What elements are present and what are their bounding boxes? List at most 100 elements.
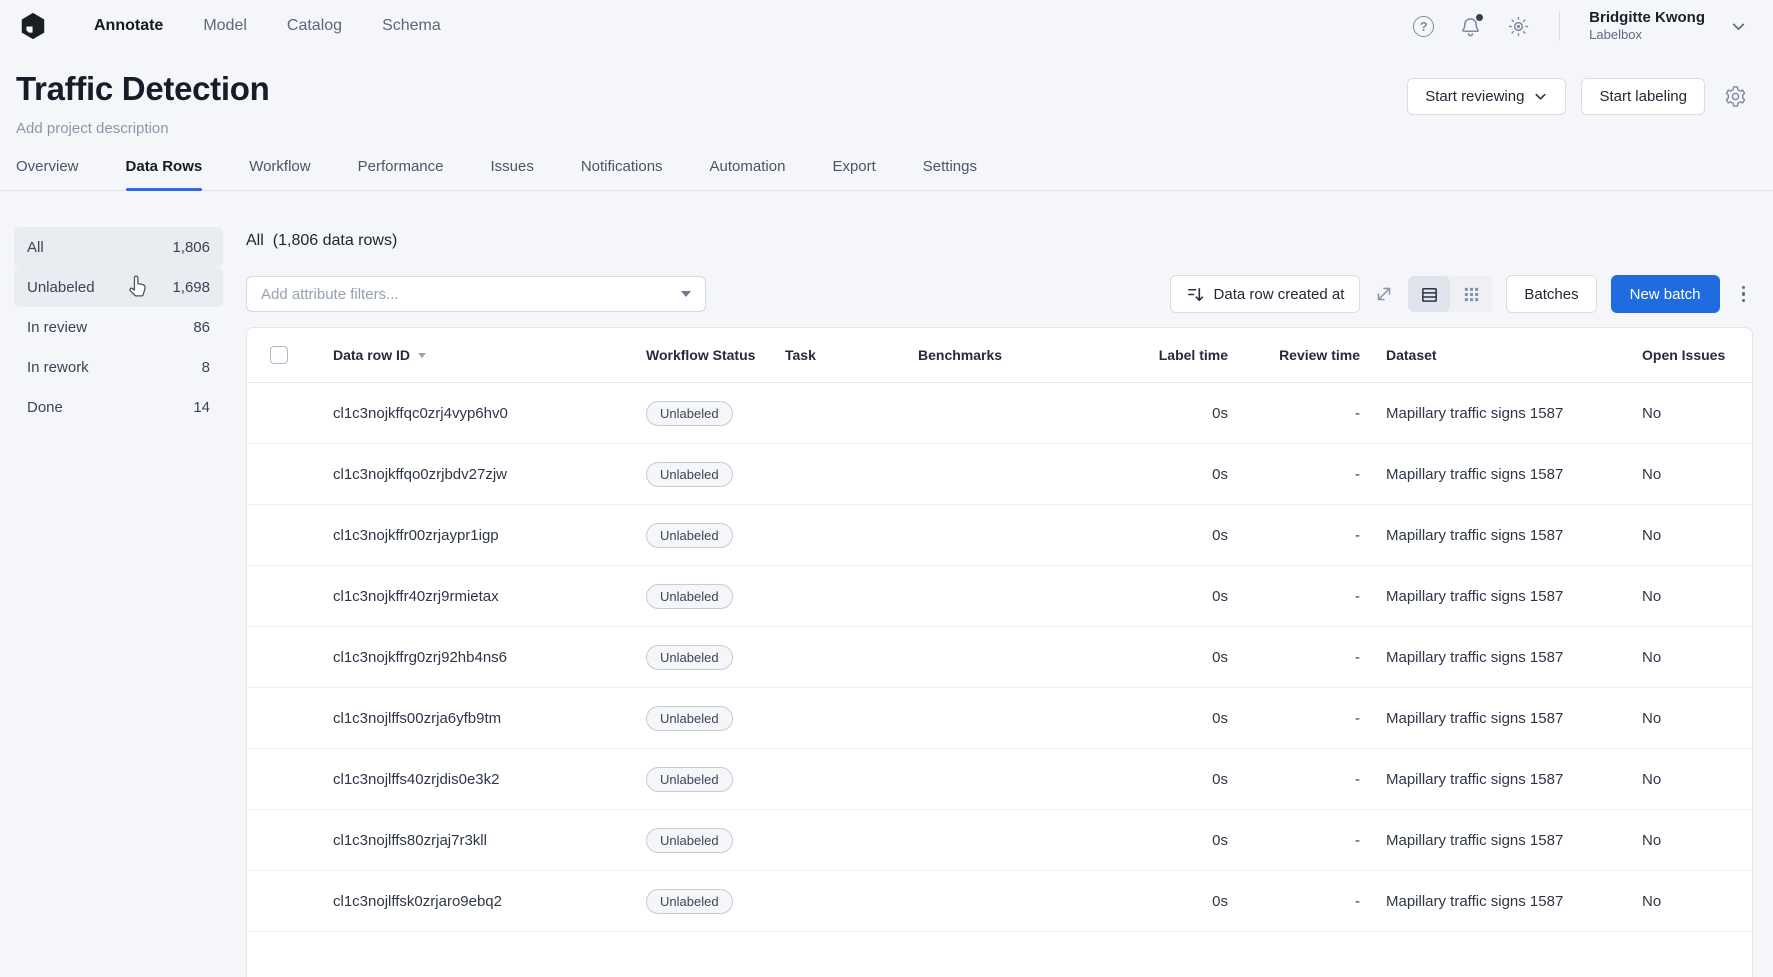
sidebar-item-all[interactable]: All 1,806 xyxy=(14,227,223,267)
tab-notifications[interactable]: Notifications xyxy=(581,158,663,190)
labelbox-logo-icon[interactable] xyxy=(18,11,48,41)
review-time-cell: - xyxy=(1355,465,1360,483)
nav-item-schema[interactable]: Schema xyxy=(382,17,441,35)
nav-item-catalog[interactable]: Catalog xyxy=(287,17,342,35)
tab-workflow[interactable]: Workflow xyxy=(249,158,310,190)
sidebar-item-in-review[interactable]: In review 86 xyxy=(14,307,223,347)
sidebar-item-label: Unlabeled xyxy=(27,278,95,296)
data-row-id[interactable]: cl1c3nojlffsk0zrjaro9ebq2 xyxy=(333,893,646,910)
list-view-button[interactable] xyxy=(1408,276,1451,312)
batches-button[interactable]: Batches xyxy=(1506,275,1597,313)
expand-view-button[interactable] xyxy=(1374,284,1394,304)
review-time-cell: - xyxy=(1355,587,1360,605)
dataset-cell: Mapillary traffic signs 1587 xyxy=(1386,892,1564,910)
user-org: Labelbox xyxy=(1589,27,1642,43)
tab-issues[interactable]: Issues xyxy=(490,158,533,190)
sidebar-item-count: 1,698 xyxy=(172,278,210,296)
sidebar-item-label: In rework xyxy=(27,358,89,376)
data-row-id[interactable]: cl1c3nojkffqo0zrjbdv27zjw xyxy=(333,466,646,483)
tab-data-rows[interactable]: Data Rows xyxy=(125,158,202,191)
attribute-filter-input[interactable]: Add attribute filters... xyxy=(246,276,706,312)
table-row[interactable]: cl1c3nojlffs00zrja6yfb9tm Unlabeled 0s -… xyxy=(247,688,1752,749)
diagonal-expand-icon xyxy=(1378,287,1391,301)
more-options-button[interactable] xyxy=(1734,280,1754,309)
kebab-icon xyxy=(1741,285,1745,290)
sort-by-button[interactable]: Data row created at xyxy=(1169,275,1361,313)
sort-icon xyxy=(1187,287,1203,301)
tab-settings[interactable]: Settings xyxy=(923,158,977,190)
hand-pointer-cursor-icon xyxy=(129,275,146,297)
primary-nav: Annotate Model Catalog Schema xyxy=(94,17,441,35)
start-reviewing-button[interactable]: Start reviewing xyxy=(1407,78,1567,115)
view-mode-toggle xyxy=(1408,276,1493,312)
new-batch-button[interactable]: New batch xyxy=(1610,275,1720,313)
results-heading-label: All xyxy=(246,232,264,249)
project-description-placeholder[interactable]: Add project description xyxy=(16,120,269,137)
open-issues-cell: No xyxy=(1642,465,1662,483)
notification-dot xyxy=(1476,13,1484,21)
help-button[interactable]: ? xyxy=(1413,15,1435,37)
tab-automation[interactable]: Automation xyxy=(710,158,786,190)
sidebar-item-unlabeled[interactable]: Unlabeled 1,698 xyxy=(14,267,223,307)
label-time-cell: 0s xyxy=(1212,648,1228,666)
column-header-label-time: Label time xyxy=(1158,347,1228,363)
top-bar-right: ? Bridgitte Kwong Labelbox xyxy=(1413,9,1747,44)
workflow-status-cell: Unlabeled xyxy=(646,461,785,487)
data-row-id[interactable]: cl1c3nojlffs00zrja6yfb9tm xyxy=(333,710,646,727)
data-row-id[interactable]: cl1c3nojlffs40zrjdis0e3k2 xyxy=(333,771,646,788)
status-filter-sidebar: All 1,806 Unlabeled 1,698 In review 86 I… xyxy=(14,227,223,977)
sidebar-item-done[interactable]: Done 14 xyxy=(14,387,223,427)
data-row-id[interactable]: cl1c3nojkffr00zrjaypr1igp xyxy=(333,527,646,544)
workflow-status-cell: Unlabeled xyxy=(646,522,785,548)
column-header-data-row-id[interactable]: Data row ID xyxy=(333,347,646,363)
chevron-down-icon xyxy=(1732,23,1745,30)
label-time-cell: 0s xyxy=(1212,587,1228,605)
tab-export[interactable]: Export xyxy=(832,158,875,190)
grid-view-button[interactable] xyxy=(1450,276,1492,312)
tab-performance[interactable]: Performance xyxy=(358,158,444,190)
page-title: Traffic Detection xyxy=(16,70,270,107)
notifications-button[interactable] xyxy=(1459,13,1484,38)
theme-toggle-button[interactable] xyxy=(1507,15,1530,38)
user-menu-button[interactable] xyxy=(1730,18,1747,35)
sidebar-item-count: 14 xyxy=(193,398,210,416)
tab-overview[interactable]: Overview xyxy=(16,158,79,190)
table-row[interactable]: cl1c3nojkffrg0zrj92hb4ns6 Unlabeled 0s -… xyxy=(247,627,1752,688)
sidebar-item-in-rework[interactable]: In rework 8 xyxy=(14,347,223,387)
start-labeling-button[interactable]: Start labeling xyxy=(1581,78,1705,115)
workflow-status-cell: Unlabeled xyxy=(646,644,785,670)
open-issues-cell: No xyxy=(1642,404,1662,422)
dataset-cell: Mapillary traffic signs 1587 xyxy=(1386,587,1564,605)
label-time-cell: 0s xyxy=(1212,770,1228,788)
project-settings-button[interactable] xyxy=(1724,85,1747,108)
main-panel: All (1,806 data rows) Add attribute filte… xyxy=(246,227,1753,977)
select-all-checkbox[interactable] xyxy=(270,346,288,364)
page-header-left: Traffic Detection Add project descriptio… xyxy=(16,70,270,137)
grid-view-icon xyxy=(1464,287,1479,301)
workflow-status-cell: Unlabeled xyxy=(646,766,785,792)
nav-item-annotate[interactable]: Annotate xyxy=(94,17,163,35)
table-row[interactable]: cl1c3nojkffqo0zrjbdv27zjw Unlabeled 0s -… xyxy=(247,444,1752,505)
open-issues-cell: No xyxy=(1642,709,1662,727)
table-row[interactable]: cl1c3nojkffr00zrjaypr1igp Unlabeled 0s -… xyxy=(247,505,1752,566)
dataset-cell: Mapillary traffic signs 1587 xyxy=(1386,465,1564,483)
table-row[interactable]: cl1c3nojlffs80zrjaj7r3kll Unlabeled 0s -… xyxy=(247,810,1752,871)
workflow-status-cell: Unlabeled xyxy=(646,888,785,914)
gear-icon xyxy=(1725,86,1746,107)
dataset-cell: Mapillary traffic signs 1587 xyxy=(1386,648,1564,666)
review-time-cell: - xyxy=(1355,648,1360,666)
data-row-id[interactable]: cl1c3nojkffrg0zrj92hb4ns6 xyxy=(333,649,646,666)
dataset-cell: Mapillary traffic signs 1587 xyxy=(1386,709,1564,727)
data-row-id[interactable]: cl1c3nojkffr40zrj9rmietax xyxy=(333,588,646,605)
table-row[interactable]: cl1c3nojlffsk0zrjaro9ebq2 Unlabeled 0s -… xyxy=(247,871,1752,932)
column-header-review-time: Review time xyxy=(1279,347,1360,363)
results-heading-detail: (1,806 data rows) xyxy=(272,232,398,249)
table-row[interactable]: cl1c3nojlffs40zrjdis0e3k2 Unlabeled 0s -… xyxy=(247,749,1752,810)
table-row[interactable]: cl1c3nojkffqc0zrj4vyp6hv0 Unlabeled 0s -… xyxy=(247,383,1752,444)
dataset-cell: Mapillary traffic signs 1587 xyxy=(1386,404,1564,422)
data-row-id[interactable]: cl1c3nojlffs80zrjaj7r3kll xyxy=(333,832,646,849)
table-row[interactable]: cl1c3nojkffr40zrj9rmietax Unlabeled 0s -… xyxy=(247,566,1752,627)
nav-item-model[interactable]: Model xyxy=(203,17,247,35)
open-issues-cell: No xyxy=(1642,892,1662,910)
data-row-id[interactable]: cl1c3nojkffqc0zrj4vyp6hv0 xyxy=(333,405,646,422)
